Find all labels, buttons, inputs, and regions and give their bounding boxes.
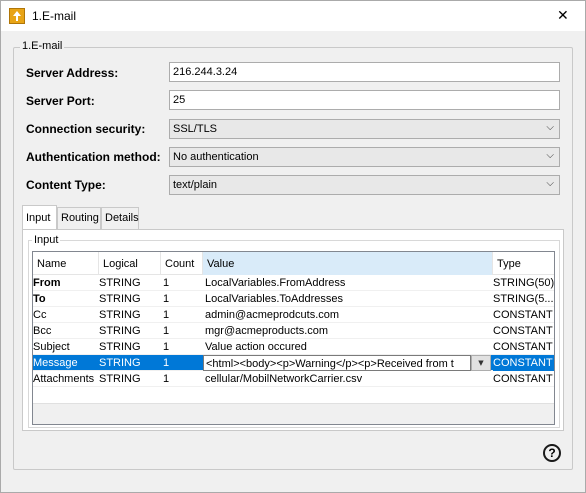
column-header-logical[interactable]: Logical — [99, 252, 161, 275]
cell-count: 1 — [163, 309, 170, 321]
cell-value: LocalVariables.ToAddresses — [205, 293, 343, 305]
table-row[interactable]: Cc STRING 1 admin@acmeprodcuts.com CONST… — [33, 307, 554, 323]
auth-method-value: No authentication — [173, 151, 259, 163]
cell-name: To — [33, 293, 46, 305]
cell-name: Bcc — [33, 325, 52, 337]
cell-value: LocalVariables.FromAddress — [205, 277, 346, 289]
window-title: 1.E-mail — [32, 9, 77, 23]
table-row-selected[interactable]: Message STRING 1 <html><body><p>Warning<… — [33, 355, 554, 371]
cell-logical: STRING — [99, 341, 141, 353]
tab-details[interactable]: Details — [101, 207, 139, 229]
table-row[interactable]: To STRING 1 LocalVariables.ToAddresses S… — [33, 291, 554, 307]
table-row[interactable]: Bcc STRING 1 mgr@acmeproducts.com CONSTA… — [33, 323, 554, 339]
value-dropdown-button[interactable]: ▼ — [471, 355, 491, 371]
input-table[interactable]: Name Logical Count Value Type From STRIN… — [32, 251, 555, 425]
auth-method-select[interactable]: No authentication ⌵ — [169, 147, 560, 167]
cell-count: 1 — [163, 325, 170, 337]
server-address-field[interactable]: 216.244.3.24 — [169, 62, 560, 82]
cell-type: STRING(5... — [493, 293, 554, 305]
content-type-value: text/plain — [173, 179, 218, 191]
column-header-count[interactable]: Count — [161, 252, 203, 275]
app-upload-icon — [9, 8, 25, 24]
cell-value: Value action occured — [205, 341, 307, 353]
cell-type: CONSTANT — [493, 373, 553, 385]
cell-count: 1 — [163, 357, 170, 369]
cell-logical: STRING — [99, 325, 141, 337]
tab-routing[interactable]: Routing — [57, 207, 101, 229]
table-row[interactable]: Attachments STRING 1 cellular/MobilNetwo… — [33, 371, 554, 387]
chevron-down-icon: ⌵ — [546, 178, 554, 189]
table-row-empty — [33, 387, 554, 404]
cell-logical: STRING — [99, 293, 141, 305]
cell-count: 1 — [163, 341, 170, 353]
cell-count: 1 — [163, 277, 170, 289]
cell-logical: STRING — [99, 357, 141, 369]
chevron-down-icon: ⌵ — [546, 150, 554, 161]
input-group-title: Input — [32, 234, 61, 246]
server-address-label: Server Address: — [26, 66, 119, 80]
cell-count: 1 — [163, 373, 170, 385]
cell-name: Cc — [33, 309, 47, 321]
connection-security-label: Connection security: — [26, 122, 146, 136]
cell-type: CONSTANT — [493, 325, 553, 337]
cell-name: Attachments — [33, 373, 95, 385]
help-icon[interactable]: ? — [543, 444, 561, 462]
content-type-label: Content Type: — [26, 178, 106, 192]
cell-value: admin@acmeprodcuts.com — [205, 309, 340, 321]
cell-logical: STRING — [99, 309, 141, 321]
close-icon: ✕ — [557, 8, 569, 24]
cell-type: CONSTANT — [493, 309, 553, 321]
table-header: Name Logical Count Value Type — [33, 252, 554, 275]
table-row[interactable]: Subject STRING 1 Value action occured CO… — [33, 339, 554, 355]
content-type-select[interactable]: text/plain ⌵ — [169, 175, 560, 195]
cell-value: mgr@acmeproducts.com — [205, 325, 329, 337]
cell-type: CONSTANT — [493, 355, 554, 371]
table-row[interactable]: From STRING 1 LocalVariables.FromAddress… — [33, 275, 554, 291]
close-button[interactable]: ✕ — [540, 1, 585, 31]
cell-logical: STRING — [99, 373, 141, 385]
connection-security-value: SSL/TLS — [173, 123, 218, 135]
server-port-label: Server Port: — [26, 94, 95, 108]
chevron-down-icon: ⌵ — [546, 122, 554, 133]
connection-security-select[interactable]: SSL/TLS ⌵ — [169, 119, 560, 139]
server-port-field[interactable]: 25 — [169, 90, 560, 110]
cell-type: STRING(50) — [493, 277, 554, 289]
column-header-type[interactable]: Type — [493, 252, 554, 275]
tab-input[interactable]: Input — [22, 205, 57, 229]
groupbox-title: 1.E-mail — [20, 40, 65, 52]
cell-name: From — [33, 277, 61, 289]
cell-value-editor[interactable]: <html><body><p>Warning</p><p>Received fr… — [203, 355, 471, 371]
cell-count: 1 — [163, 293, 170, 305]
cell-name: Message — [33, 357, 78, 369]
column-header-value[interactable]: Value — [203, 252, 493, 275]
cell-value: cellular/MobilNetworkCarrier.csv — [205, 373, 363, 385]
title-bar: 1.E-mail ✕ — [1, 1, 585, 31]
cell-type: CONSTANT — [493, 341, 553, 353]
auth-method-label: Authentication method: — [26, 150, 161, 164]
cell-logical: STRING — [99, 277, 141, 289]
cell-name: Subject — [33, 341, 70, 353]
column-header-name[interactable]: Name — [33, 252, 99, 275]
chevron-down-icon: ▼ — [478, 359, 484, 367]
